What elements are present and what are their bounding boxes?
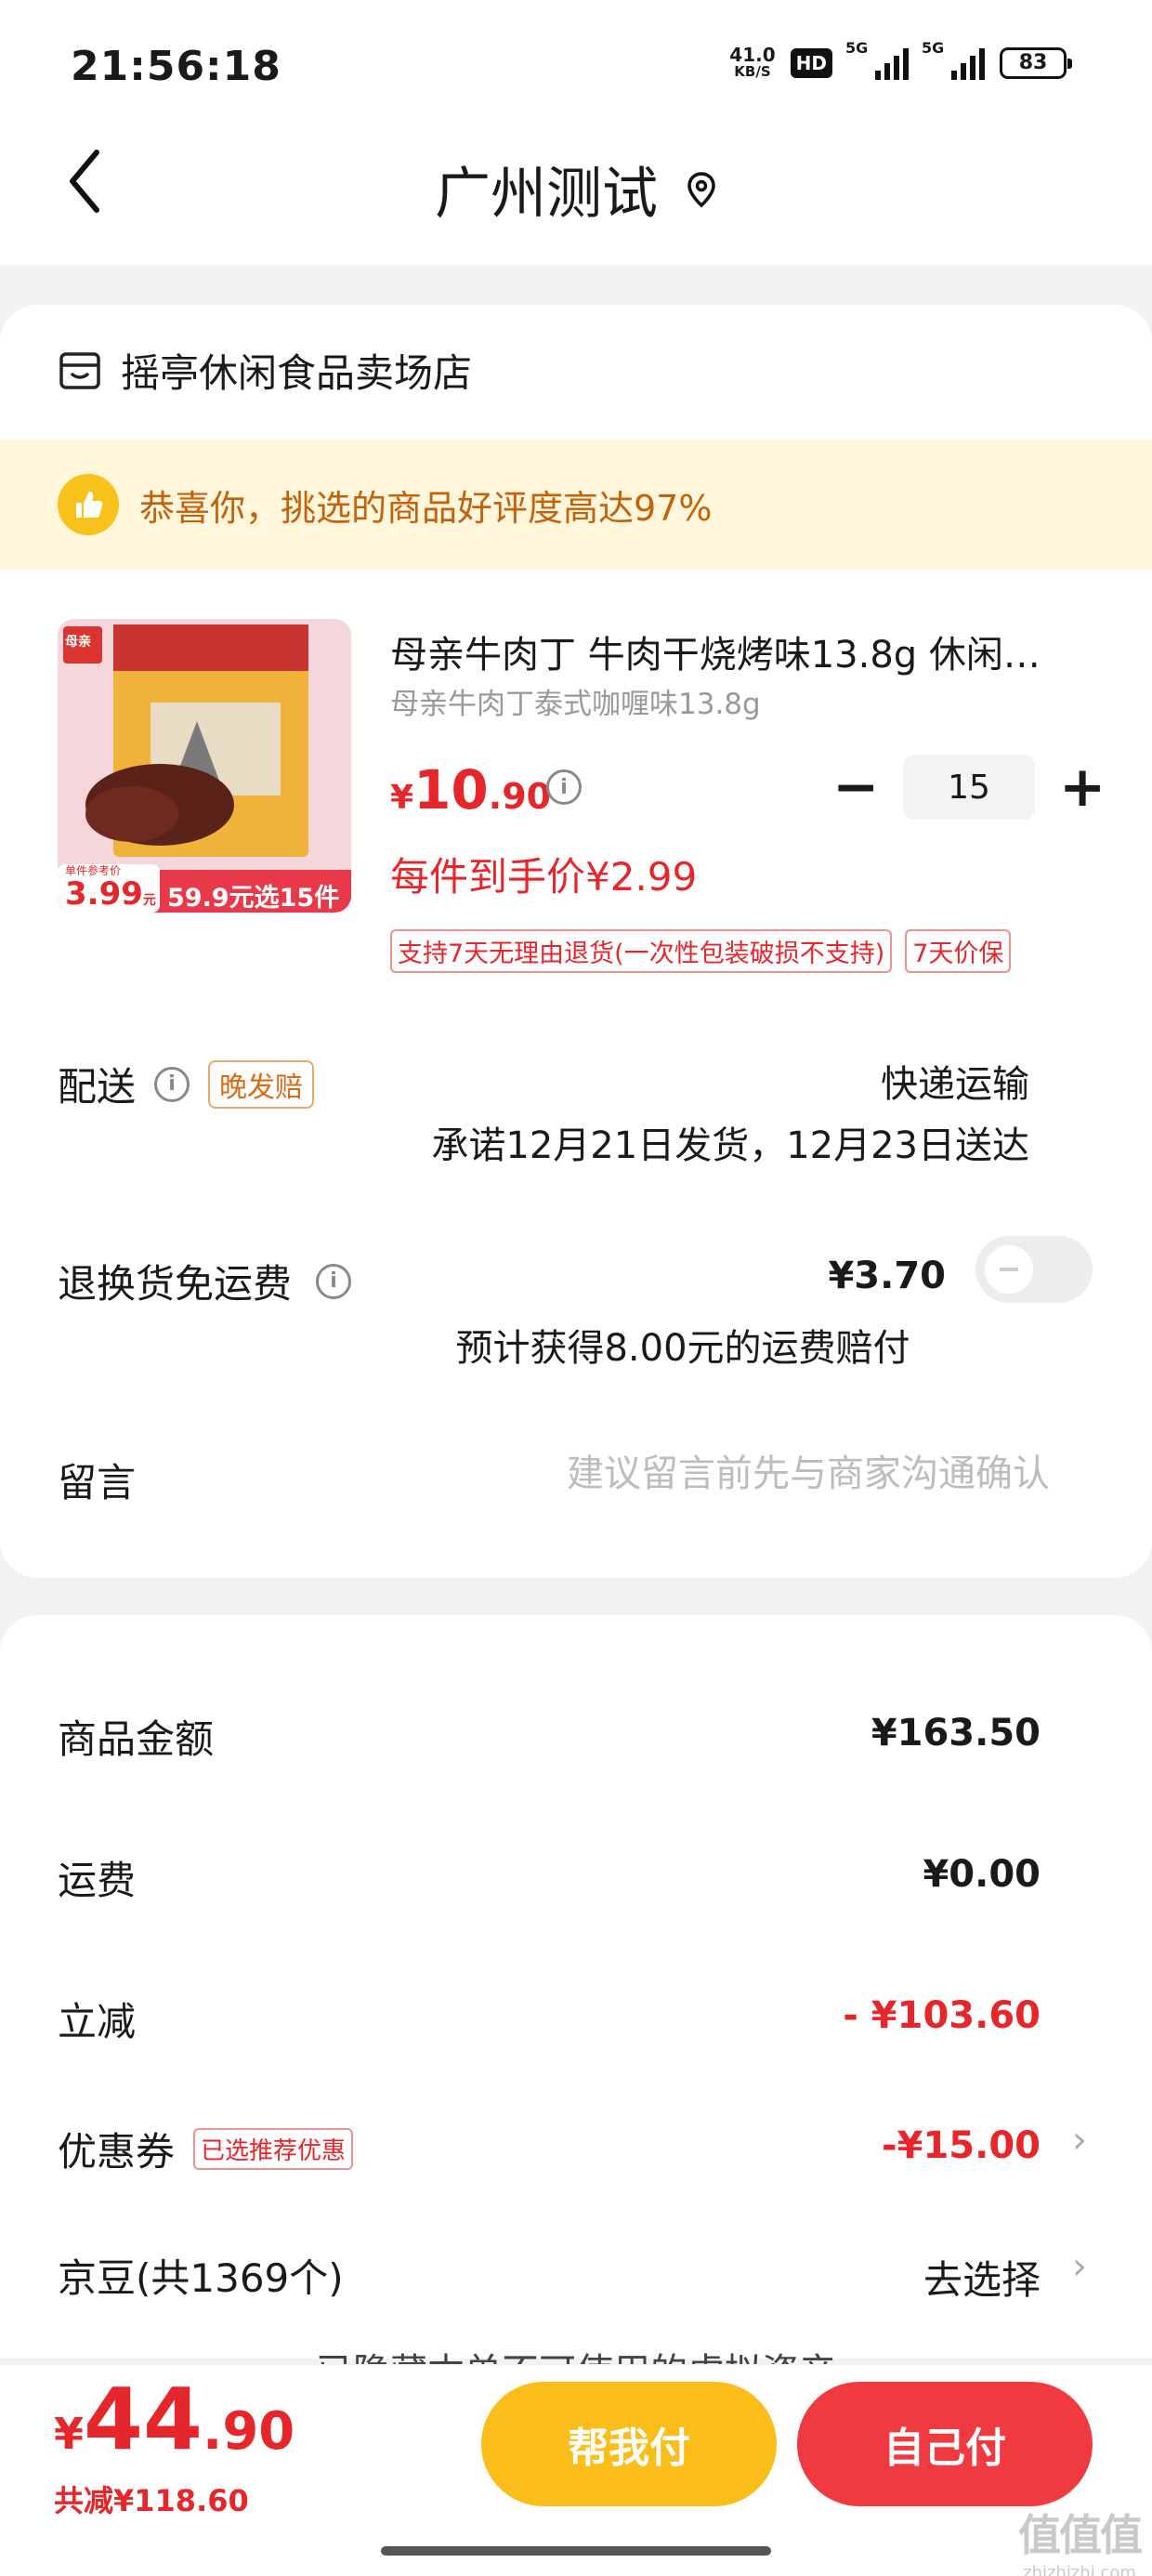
price-protect-tag: 7天价保: [905, 929, 1012, 973]
total-price: ¥ 44 .90: [54, 2370, 295, 2469]
quantity-stepper: − +: [832, 755, 1106, 820]
message-label: 留言: [58, 1460, 137, 1505]
self-pay-button[interactable]: 自己付: [797, 2382, 1093, 2506]
jd-beans-label: 京豆(共1369个): [58, 2255, 344, 2301]
status-icons: 41.0 KB/S HD 5G 5G 83: [729, 39, 1072, 80]
page-title: 广州测试: [0, 149, 1152, 230]
watermark-logo: 值值值 zhizhizhi.com: [1018, 2510, 1143, 2576]
net-speed: 41.0 KB/S: [729, 44, 776, 80]
chevron-right-icon[interactable]: ›: [1072, 2119, 1087, 2162]
rating-banner: 恭喜你，挑选的商品好评度高达97%: [0, 440, 1152, 570]
coupon-value[interactable]: -¥15.00: [882, 2124, 1041, 2167]
product-spec[interactable]: 母亲牛肉丁泰式咖喱味13.8g: [390, 680, 761, 722]
promo-label: 59.9元选15件: [167, 884, 340, 913]
battery-icon: 83: [1000, 47, 1072, 79]
delivery-info-icon[interactable]: i: [154, 1066, 190, 1102]
shipping-value: ¥0.00: [923, 1853, 1041, 1896]
status-time: 21:56:18: [71, 43, 281, 90]
total-saved: 共减¥118.60: [54, 2483, 249, 2518]
goods-amount-label: 商品金额: [58, 1716, 215, 1762]
return-shipping-note: 预计获得8.00元的运费赔付: [455, 1327, 910, 1370]
help-pay-button[interactable]: 帮我付: [481, 2382, 777, 2506]
shop-name: 摇亭休闲食品卖场店: [121, 350, 473, 396]
price-info-icon[interactable]: i: [546, 769, 582, 805]
signal-icon-2: 5G: [922, 39, 985, 80]
discount-label: 立减: [58, 1999, 137, 2044]
coupon-label: 优惠券: [58, 2129, 176, 2175]
product-name[interactable]: 母亲牛肉丁 牛肉干烧烤味13.8g 休闲零食: [390, 624, 1059, 678]
return-shipping-row: 退换货免运费 i: [58, 1253, 352, 1309]
plus-icon[interactable]: +: [1059, 759, 1106, 815]
delivery-label: 配送: [58, 1064, 137, 1110]
banner-text: 恭喜你，挑选的商品好评度高达97%: [139, 487, 713, 529]
brand-logo: 母亲: [65, 635, 91, 650]
message-input[interactable]: [399, 1446, 1050, 1502]
delivery-promise: 承诺12月21日发货，12月23日送达: [431, 1124, 1029, 1167]
coupon-row[interactable]: 优惠券 已选推荐优惠: [58, 2121, 354, 2177]
shipping-label: 运费: [58, 1858, 137, 1903]
goods-amount-value: ¥163.50: [871, 1712, 1041, 1755]
late-compensation-tag: 晚发赔: [208, 1059, 315, 1109]
shop-icon: [59, 351, 100, 389]
quantity-input[interactable]: [903, 755, 1035, 820]
return-shipping-fee: ¥3.70: [828, 1255, 946, 1297]
page-title-text: 广州测试: [435, 162, 658, 227]
return-shipping-label: 退换货免运费: [58, 1261, 293, 1307]
return-policy-tag: 支持7天无理由退货(一次性包装破损不支持): [390, 929, 893, 973]
chevron-right-icon-2[interactable]: ›: [1072, 2245, 1087, 2288]
product-image[interactable]: 母亲 单件参考价 3.99 元 59.9元选15件: [58, 619, 351, 913]
service-tags: 支持7天无理由退货(一次性包装破损不支持) 7天价保: [390, 929, 1012, 973]
home-indicator[interactable]: [381, 2546, 771, 2556]
jd-beans-select[interactable]: 去选择: [923, 2249, 1041, 2306]
return-shipping-toggle[interactable]: [975, 1236, 1093, 1303]
coupon-tag: 已选推荐优惠: [193, 2128, 354, 2170]
discount-value: - ¥103.60: [843, 1994, 1041, 2037]
delivery-method[interactable]: 快递运输: [881, 1054, 1029, 1108]
product-price: ¥ 10 .90: [390, 758, 552, 821]
thumbs-up-icon: [58, 474, 119, 535]
hd-icon: HD: [790, 48, 832, 78]
delivery-label-row: 配送 i 晚发赔: [58, 1056, 315, 1112]
ref-price: 3.99 元: [65, 875, 156, 913]
unit-price: 每件到手价¥2.99: [390, 854, 698, 900]
return-info-icon[interactable]: i: [316, 1263, 352, 1299]
signal-icon: 5G: [845, 39, 909, 80]
shop-row[interactable]: 摇亭休闲食品卖场店: [58, 342, 472, 399]
minus-icon[interactable]: −: [832, 759, 879, 815]
location-pin-icon[interactable]: [686, 171, 717, 208]
